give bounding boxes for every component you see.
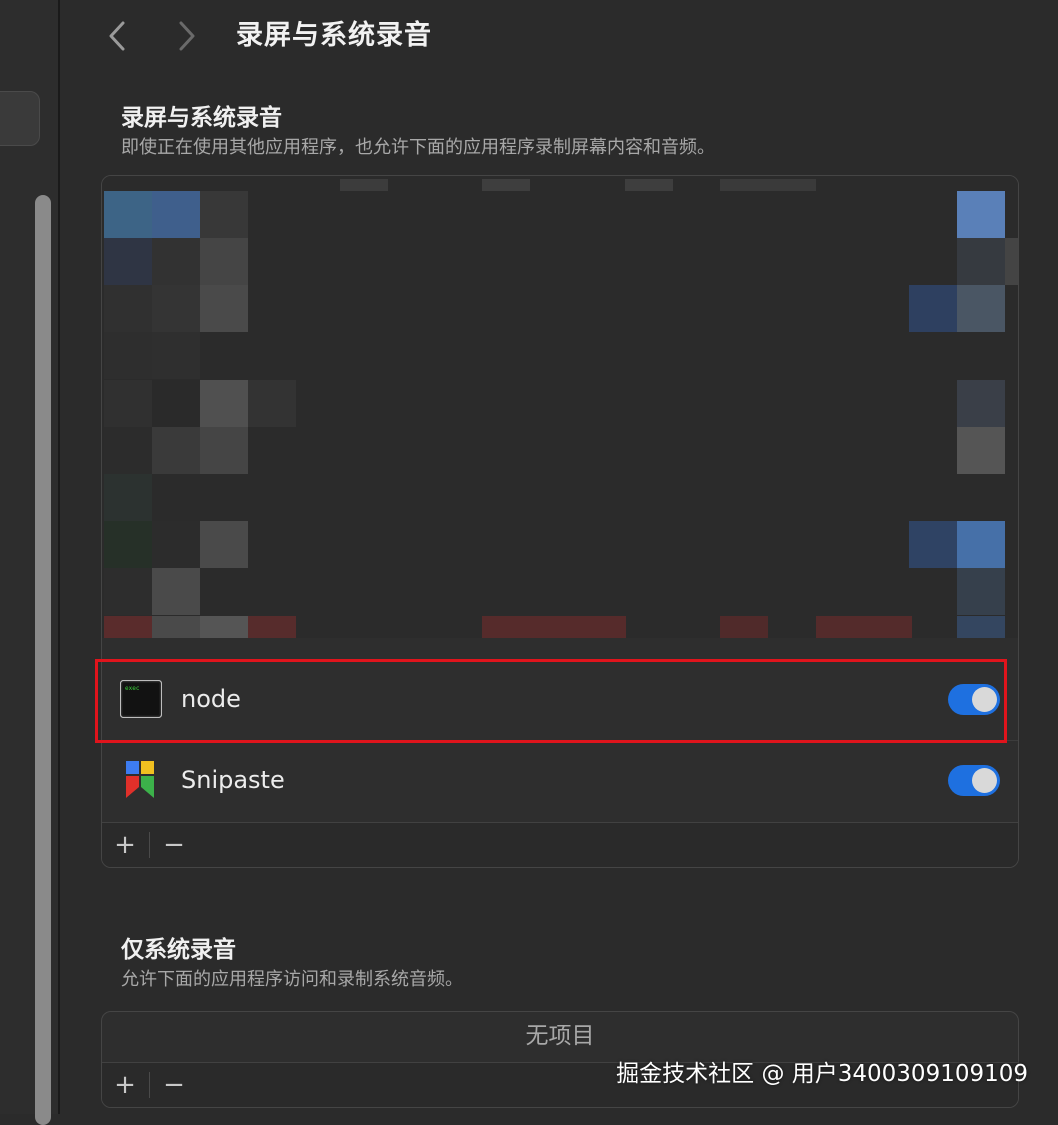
redacted-pixel: [816, 616, 912, 638]
redacted-pixel: [957, 568, 1005, 615]
redacted-pixel: [957, 285, 1005, 332]
page-title: 录屏与系统录音: [236, 20, 432, 51]
redacted-pixel: [152, 238, 200, 285]
redacted-pixel: [248, 380, 296, 427]
terminal-exec-icon: exec: [120, 680, 162, 718]
redacted-pixel: [957, 238, 1005, 285]
redacted-pixel: [200, 380, 248, 427]
sidebar: [0, 0, 60, 1125]
sidebar-search-field[interactable]: [0, 91, 40, 146]
redacted-pixel: [200, 521, 248, 568]
redacted-pixel: [482, 179, 530, 191]
divider: [149, 832, 150, 858]
sidebar-scrollbar[interactable]: [35, 195, 51, 1125]
snipaste-toggle[interactable]: [948, 764, 1000, 796]
redacted-pixel: [104, 427, 152, 474]
redacted-pixel: [1005, 238, 1018, 285]
app-row-node[interactable]: exec node: [102, 659, 1018, 739]
redacted-pixel: [152, 285, 200, 332]
chevron-left-icon: [109, 21, 125, 51]
redacted-pixel: [104, 285, 152, 332]
redacted-pixel: [152, 191, 200, 238]
redacted-pixel: [957, 191, 1005, 238]
redacted-pixel: [909, 285, 957, 332]
redacted-pixel: [152, 427, 200, 474]
redacted-pixel: [152, 616, 200, 638]
redacted-pixel: [957, 521, 1005, 568]
app-name: node: [181, 685, 241, 713]
empty-list-text: 无项目: [525, 1023, 595, 1049]
redacted-pixel: [909, 521, 957, 568]
app-name: Snipaste: [181, 766, 285, 794]
redacted-pixel: [720, 616, 768, 638]
screen-recording-app-list: exec node Snipaste + −: [101, 175, 1019, 868]
redacted-pixel: [104, 238, 152, 285]
redacted-pixel: [340, 179, 388, 191]
redacted-pixel: [152, 332, 200, 379]
divider: [149, 1072, 150, 1098]
redacted-pixel: [200, 191, 248, 238]
forward-button[interactable]: [170, 18, 204, 54]
screen-recording-title: 录屏与系统录音: [121, 105, 282, 131]
svg-text:exec: exec: [125, 685, 140, 692]
redacted-pixel: [957, 616, 1005, 638]
redacted-pixel: [200, 238, 248, 285]
remove-app-button[interactable]: −: [151, 823, 197, 867]
redacted-pixel: [152, 521, 200, 568]
redacted-pixel: [104, 332, 152, 379]
redacted-pixel: [625, 179, 673, 191]
toggle-knob: [972, 767, 997, 793]
redacted-pixel: [200, 427, 248, 474]
redacted-pixel: [200, 616, 248, 638]
redacted-pixel: [957, 427, 1005, 474]
redacted-pixel: [104, 568, 152, 615]
watermark: 掘金技术社区 @ 用户3400309109109: [616, 1061, 1028, 1087]
node-toggle[interactable]: [948, 683, 1000, 715]
redacted-pixel: [482, 616, 626, 638]
redacted-pixel: [720, 179, 816, 191]
redacted-pixel: [104, 616, 152, 638]
redacted-pixel: [104, 380, 152, 427]
redacted-pixel: [152, 380, 200, 427]
screen-recording-description: 即使正在使用其他应用程序，也允许下面的应用程序录制屏幕内容和音频。: [121, 137, 715, 158]
add-app-button[interactable]: +: [102, 823, 148, 867]
redacted-pixel: [104, 191, 152, 238]
chevron-right-icon: [179, 21, 195, 51]
blurred-app-list-region: [102, 176, 1018, 638]
snipaste-icon: [126, 761, 154, 798]
list-action-bar: + −: [102, 822, 1018, 867]
redacted-pixel: [152, 568, 200, 615]
redacted-pixel: [200, 285, 248, 332]
add-app-button[interactable]: +: [102, 1063, 148, 1107]
system-audio-description: 允许下面的应用程序访问和录制系统音频。: [121, 969, 463, 990]
redacted-pixel: [104, 521, 152, 568]
remove-app-button[interactable]: −: [151, 1063, 197, 1107]
app-row-snipaste[interactable]: Snipaste: [102, 740, 1018, 820]
redacted-pixel: [104, 474, 152, 521]
system-audio-title: 仅系统录音: [121, 937, 236, 963]
toggle-knob: [972, 686, 997, 712]
redacted-pixel: [957, 380, 1005, 427]
redacted-pixel: [248, 616, 296, 638]
back-button[interactable]: [100, 18, 134, 54]
